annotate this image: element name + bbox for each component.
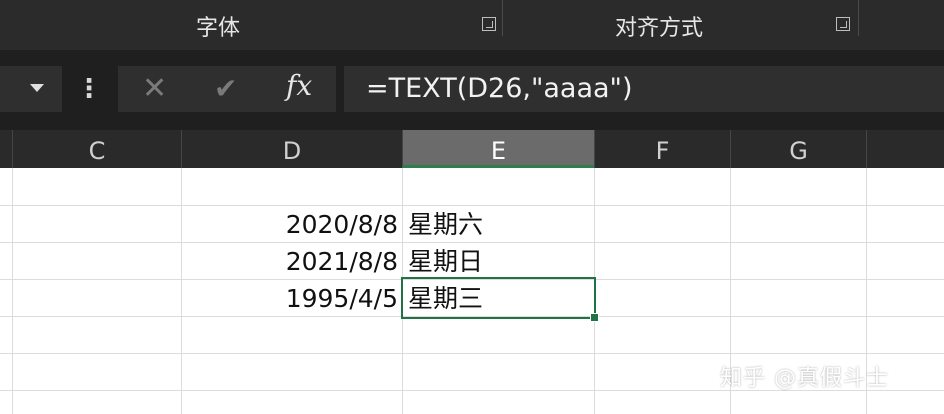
check-icon[interactable]: ✔ [214, 74, 237, 104]
cell-d-date[interactable]: 1995/4/5 [218, 282, 398, 316]
cancel-icon[interactable]: ✕ [142, 74, 167, 104]
cell-d-date[interactable]: 2021/8/8 [218, 245, 398, 279]
font-group: 字体 [0, 0, 500, 50]
column-line [12, 168, 13, 414]
alignment-group: 对齐方式 [503, 0, 858, 50]
column-header-c[interactable]: C [12, 130, 181, 168]
column-header-g[interactable]: G [730, 130, 866, 168]
formula-text[interactable]: =TEXT(D26,"aaaa") [366, 72, 633, 106]
column-line [181, 168, 182, 414]
cell-d-date[interactable]: 2020/8/8 [218, 208, 398, 242]
column-header-h[interactable] [866, 130, 944, 168]
chevron-down-icon[interactable] [30, 84, 44, 92]
font-group-label: 字体 [196, 16, 241, 41]
cell-e-weekday[interactable]: 星期六 [408, 208, 588, 242]
alignment-dialog-launcher-icon[interactable] [836, 17, 850, 31]
active-cell-border[interactable] [401, 277, 596, 319]
column-headers: C D E F G [0, 130, 944, 168]
ribbon-divider [858, 0, 859, 36]
font-dialog-launcher-icon[interactable] [482, 17, 496, 31]
insert-function-icon[interactable]: fx [286, 70, 312, 102]
row-line [0, 353, 944, 354]
fill-handle[interactable] [590, 313, 599, 322]
row-line [0, 242, 944, 243]
watermark: 知乎 @真假斗士 [720, 366, 889, 391]
formula-bar: ⋮ ✕ ✔ fx =TEXT(D26,"aaaa") [0, 50, 944, 130]
alignment-group-label: 对齐方式 [615, 16, 704, 41]
column-header-e[interactable]: E [402, 130, 594, 168]
column-header-d[interactable]: D [181, 130, 402, 168]
more-options-icon[interactable]: ⋮ [76, 74, 102, 104]
cell-e-weekday[interactable]: 星期日 [408, 245, 588, 279]
ribbon-group-bar: 字体 对齐方式 [0, 0, 944, 50]
column-header-f[interactable]: F [594, 130, 730, 168]
row-line [0, 205, 944, 206]
